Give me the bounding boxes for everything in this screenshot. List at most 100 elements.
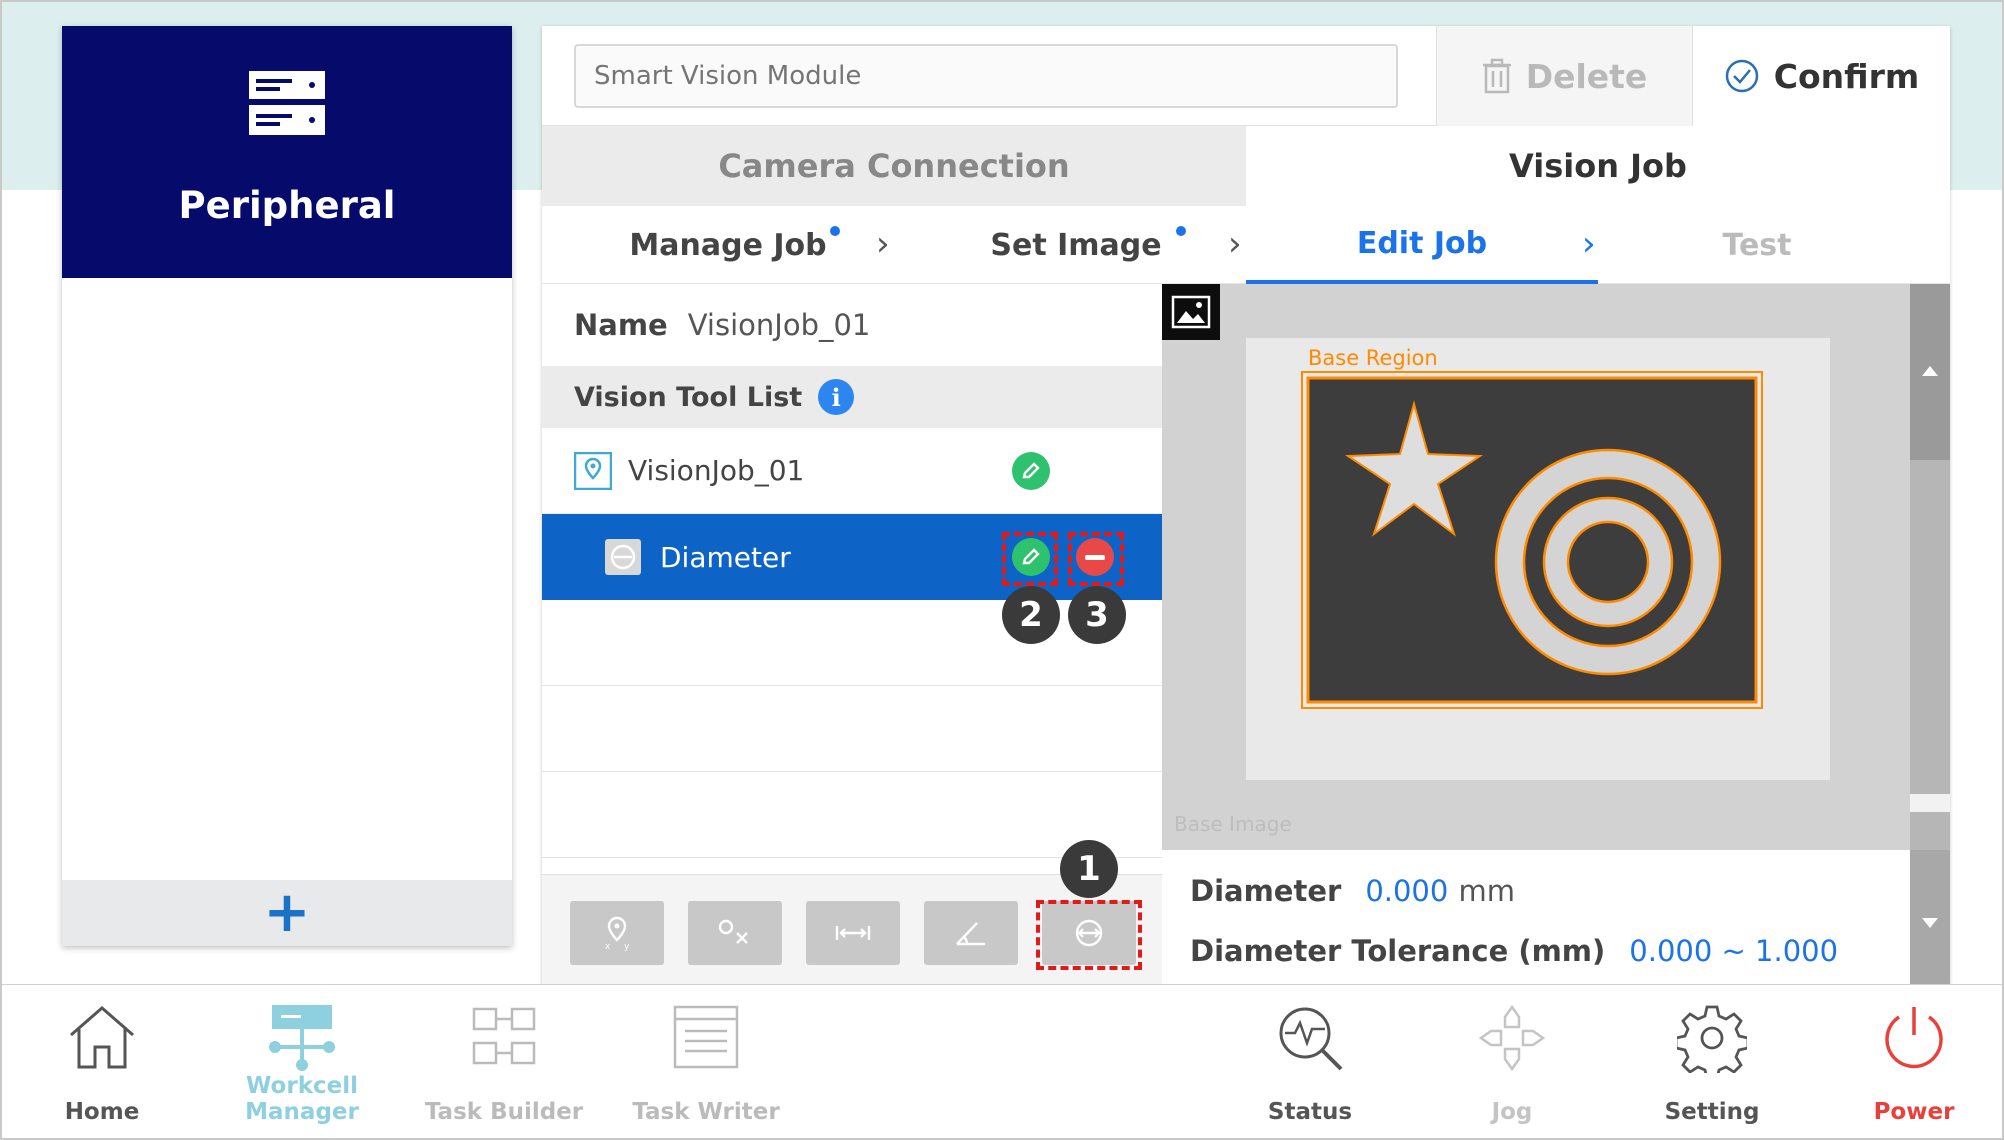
delete-button[interactable]: Delete [1436, 26, 1692, 126]
check-circle-icon [1725, 59, 1758, 93]
result-scrollbar[interactable] [1910, 850, 1950, 986]
task-writer-icon [673, 1005, 739, 1069]
confirm-label: Confirm [1773, 56, 1920, 96]
nav-workcell-manager[interactable]: Workcell Manager [212, 985, 392, 1139]
peripheral-title: Peripheral [178, 184, 396, 227]
tolerance-result-row: Diameter Tolerance (mm) 0.000 ~ 1.000 [1190, 934, 1838, 968]
empty-tool-row [542, 600, 1162, 686]
step-bar: Manage Job › Set Image › Edit Job › Test [542, 206, 1950, 284]
job-name-label: Name [574, 308, 668, 342]
scrollbar-gap [1910, 794, 1950, 812]
step-set-image-label: Set Image [990, 227, 1162, 263]
nav-task-writer[interactable]: Task Writer [616, 985, 796, 1139]
nav-workcell-label: Workcell Manager [245, 1073, 359, 1125]
callout-box-edit [1002, 532, 1058, 586]
nav-setting-label: Setting [1664, 1099, 1760, 1125]
main-tabs: Camera Connection Vision Job [542, 126, 1950, 206]
nav-task-builder-label: Task Builder [424, 1099, 584, 1125]
power-icon [1885, 1007, 1943, 1069]
step-set-image[interactable]: Set Image [962, 206, 1190, 284]
add-angle-tool-button[interactable] [924, 901, 1018, 965]
home-icon [70, 1006, 134, 1069]
step-test[interactable]: Test [1642, 206, 1872, 284]
base-region-label: Base Region [1308, 346, 1438, 370]
nav-task-writer-label: Task Writer [632, 1099, 780, 1125]
add-pattern-tool-button[interactable]: x y [570, 901, 664, 965]
tool-row-label: Diameter [660, 540, 791, 574]
edit-job-button[interactable] [1012, 452, 1050, 490]
server-icon [249, 71, 325, 135]
module-name-input[interactable] [574, 44, 1398, 108]
step-manage-job[interactable]: Manage Job [612, 206, 844, 284]
diameter-label: Diameter [1190, 874, 1342, 908]
chevron-right-icon: › [1582, 224, 1596, 264]
delete-label: Delete [1525, 56, 1648, 96]
callout-badge-1: 1 [1060, 840, 1118, 898]
scroll-up-icon[interactable] [1922, 366, 1938, 376]
width-measure-icon [835, 926, 871, 940]
tolerance-label: Diameter Tolerance (mm) [1190, 934, 1606, 968]
nav-status[interactable]: Status [1220, 985, 1400, 1139]
nav-jog-label: Jog [1491, 1099, 1533, 1125]
scroll-down-icon[interactable] [1922, 918, 1938, 928]
nav-power[interactable]: Power [1824, 985, 2004, 1139]
step-manage-job-label: Manage Job [629, 227, 827, 263]
job-name-value: VisionJob_01 [687, 308, 871, 342]
nav-power-label: Power [1873, 1099, 1955, 1125]
top-bar: Delete Confirm [542, 26, 1950, 126]
tool-row-label: VisionJob_01 [628, 454, 805, 487]
image-icon [1171, 295, 1211, 329]
peripheral-header[interactable]: Peripheral [62, 26, 512, 278]
job-name-row: Name VisionJob_01 [542, 284, 1162, 366]
diameter-value: 0.000 [1365, 874, 1449, 908]
gear-icon [1677, 1005, 1747, 1073]
jog-icon [1478, 1004, 1546, 1072]
callout-box-delete [1068, 532, 1124, 586]
camera-image [1162, 284, 1910, 850]
workcell-icon [269, 1005, 335, 1071]
vision-tool-list-header: Vision Tool List i [542, 366, 1162, 428]
pencil-icon [1022, 462, 1040, 479]
nav-status-label: Status [1267, 1099, 1353, 1125]
tab-camera-connection[interactable]: Camera Connection [542, 126, 1246, 206]
svg-text:x: x [605, 942, 611, 951]
add-peripheral-bar: + [62, 880, 512, 946]
tool-row-visionjob[interactable]: VisionJob_01 [542, 428, 1162, 514]
diameter-tool-icon [605, 539, 641, 575]
vision-image-view[interactable]: Base Region Base Image [1162, 284, 1950, 850]
vision-tool-list-label: Vision Tool List [574, 381, 803, 413]
vision-main-panel: Delete Confirm Camera Connection Vision … [542, 26, 1950, 986]
nav-task-builder[interactable]: Task Builder [414, 985, 594, 1139]
base-image-label: Base Image [1174, 812, 1292, 836]
nav-home[interactable]: Home [12, 985, 192, 1139]
measurement-results: Diameter 0.000 mm Diameter Tolerance (mm… [1162, 850, 1910, 986]
diameter-result-row: Diameter 0.000 mm [1190, 874, 1515, 908]
chevron-right-icon: › [1228, 224, 1242, 264]
manage-job-dot [830, 226, 840, 236]
nav-setting[interactable]: Setting [1622, 985, 1802, 1139]
set-image-dot [1176, 226, 1186, 236]
image-toggle-button[interactable] [1162, 284, 1220, 340]
chevron-right-icon: › [876, 224, 890, 264]
peripheral-panel: Peripheral + [62, 26, 512, 946]
add-width-tool-button[interactable] [806, 901, 900, 965]
empty-tool-row [542, 686, 1162, 772]
image-scrollbar[interactable] [1910, 284, 1950, 850]
point-distance-icon [718, 919, 748, 944]
status-icon [1279, 1007, 1343, 1071]
confirm-button[interactable]: Confirm [1692, 26, 1950, 126]
task-builder-icon [472, 1007, 536, 1065]
angle-icon [956, 922, 985, 946]
step-edit-job[interactable]: Edit Job [1246, 206, 1598, 284]
bottom-navigation: Home Workcell Manager Task Builder Task … [2, 984, 2002, 1138]
add-distance-tool-button[interactable] [688, 901, 782, 965]
location-pin-icon [574, 451, 612, 490]
location-pin-icon: x y [605, 916, 630, 951]
add-peripheral-button[interactable]: + [264, 880, 311, 945]
tab-vision-job[interactable]: Vision Job [1246, 126, 1950, 206]
svg-text:y: y [624, 942, 630, 951]
nav-jog[interactable]: Jog [1422, 985, 1602, 1139]
diameter-unit: mm [1458, 874, 1515, 908]
info-icon[interactable]: i [818, 379, 855, 415]
empty-tool-row [542, 772, 1162, 858]
